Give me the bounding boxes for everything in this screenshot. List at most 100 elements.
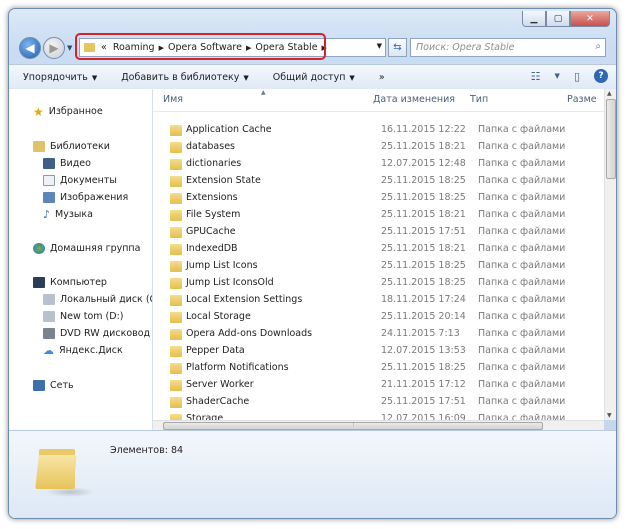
sidebar-item-label: Сеть bbox=[50, 380, 74, 391]
column-size[interactable]: Разме bbox=[567, 94, 597, 105]
table-row[interactable]: Local Extension Settings 18.11.2015 17:24… bbox=[153, 292, 604, 309]
file-type: Папка с файлами bbox=[478, 345, 566, 356]
sidebar-item-music[interactable]: ♪ Музыка bbox=[43, 206, 93, 223]
table-row[interactable]: Pepper Data 12.07.2015 13:53 Папка с файла… bbox=[153, 343, 604, 360]
sidebar-item-drive-c[interactable]: Локальный диск (C bbox=[43, 291, 152, 308]
recent-pages-dropdown[interactable]: ▼ bbox=[67, 44, 72, 52]
sidebar-item-computer[interactable]: Компьютер bbox=[33, 274, 107, 291]
table-row[interactable]: Platform Notifications 25.11.2015 18:25 Па… bbox=[153, 360, 604, 377]
folder-icon bbox=[170, 397, 182, 408]
chevron-down-icon: ▼ bbox=[91, 73, 98, 82]
folder-icon bbox=[170, 159, 182, 170]
refresh-button[interactable]: ⇆ bbox=[388, 38, 407, 57]
file-date: 25.11.2015 18:25 bbox=[381, 175, 466, 186]
file-name: databases bbox=[186, 141, 235, 152]
table-row[interactable]: Local Storage 25.11.2015 20:14 Папка с фай… bbox=[153, 309, 604, 326]
folder-icon bbox=[170, 244, 182, 255]
search-icon[interactable]: ⌕ bbox=[595, 41, 601, 52]
share-button[interactable]: Общий доступ ▼ bbox=[259, 72, 365, 83]
file-name: Opera Add-ons Downloads bbox=[186, 328, 313, 339]
column-type[interactable]: Тип bbox=[470, 94, 488, 105]
folder-icon bbox=[170, 380, 182, 391]
vertical-scrollbar[interactable]: ▲ ▼ bbox=[604, 89, 616, 420]
sidebar-item-drive-d[interactable]: New tom (D:) bbox=[43, 308, 123, 325]
address-highlight-frame bbox=[75, 33, 326, 60]
scroll-thumb[interactable] bbox=[606, 99, 616, 179]
more-commands-button[interactable]: » bbox=[365, 72, 395, 83]
command-bar: Упорядочить ▼ Добавить в библиотеку ▼ Общи… bbox=[9, 64, 616, 90]
table-row[interactable]: Extensions 25.11.2015 18:25 Папка с файлам… bbox=[153, 190, 604, 207]
help-icon[interactable]: ? bbox=[594, 69, 608, 83]
views-icon[interactable]: ☷ bbox=[531, 70, 541, 83]
sidebar-item-label: Библиотеки bbox=[50, 141, 110, 152]
file-name: Jump List Icons bbox=[186, 260, 258, 271]
share-label: Общий доступ bbox=[272, 71, 346, 83]
file-name: Platform Notifications bbox=[186, 362, 289, 373]
folder-icon bbox=[170, 125, 182, 136]
search-input[interactable]: Поиск: Opera Stable ⌕ bbox=[410, 38, 606, 57]
sidebar-item-video[interactable]: Видео bbox=[43, 155, 91, 172]
file-type: Папка с файлами bbox=[478, 294, 566, 305]
address-dropdown-icon[interactable]: ▼ bbox=[377, 42, 382, 50]
sidebar-item-libraries[interactable]: Библиотеки bbox=[33, 138, 110, 155]
column-name[interactable]: Имя bbox=[163, 94, 183, 105]
preview-pane-icon[interactable]: ▯ bbox=[574, 70, 580, 83]
documents-icon bbox=[43, 175, 55, 186]
file-name: Local Extension Settings bbox=[186, 294, 303, 305]
table-row[interactable]: Application Cache 16.11.2015 12:22 Папка с… bbox=[153, 122, 604, 139]
file-date: 18.11.2015 17:24 bbox=[381, 294, 466, 305]
file-name: Extension State bbox=[186, 175, 261, 186]
sidebar-item-dvd[interactable]: DVD RW дисковод ( bbox=[43, 325, 152, 342]
sidebar-item-yandex-disk[interactable]: ☁ Яндекс.Диск bbox=[43, 342, 123, 359]
minimize-button[interactable]: ▁ bbox=[522, 11, 546, 27]
table-row[interactable]: dictionaries 12.07.2015 12:48 Папка с файл… bbox=[153, 156, 604, 173]
column-date[interactable]: Дата изменения bbox=[373, 94, 455, 105]
refresh-icon: ⇆ bbox=[393, 42, 402, 53]
folder-icon bbox=[170, 329, 182, 340]
back-button[interactable]: ◀ bbox=[19, 37, 41, 59]
folder-icon bbox=[170, 210, 182, 221]
file-name: dictionaries bbox=[186, 158, 242, 169]
organize-button[interactable]: Упорядочить ▼ bbox=[9, 72, 107, 83]
sort-arrow-icon: ▲ bbox=[261, 89, 266, 96]
folder-icon bbox=[170, 176, 182, 187]
sidebar-item-label: Домашняя группа bbox=[50, 243, 141, 254]
file-type: Папка с файлами bbox=[478, 209, 566, 220]
sidebar-item-homegroup[interactable]: Домашняя группа bbox=[33, 240, 140, 257]
sidebar-item-documents[interactable]: Документы bbox=[43, 172, 117, 189]
table-row[interactable]: Opera Add-ons Downloads 24.11.2015 7:13 Па… bbox=[153, 326, 604, 343]
scroll-up-icon[interactable]: ▲ bbox=[607, 90, 612, 97]
file-type: Папка с файлами bbox=[478, 260, 566, 271]
library-icon bbox=[33, 141, 45, 152]
table-row[interactable]: Server Worker 21.11.2015 17:12 Папка с фай… bbox=[153, 377, 604, 394]
table-row[interactable]: GPUCache 25.11.2015 17:51 Папка с файлами bbox=[153, 224, 604, 241]
table-row[interactable]: File System 25.11.2015 18:21 Папка с файла… bbox=[153, 207, 604, 224]
table-row[interactable]: databases 25.11.2015 18:21 Папка с файлами bbox=[153, 139, 604, 156]
add-to-library-label: Добавить в библиотеку bbox=[121, 71, 240, 83]
table-row[interactable]: Extension State 25.11.2015 18:25 Папка с ф… bbox=[153, 173, 604, 190]
table-row[interactable]: Jump List Icons 25.11.2015 18:25 Папка с ф… bbox=[153, 258, 604, 275]
table-row[interactable]: ShaderCache 25.11.2015 17:51 Папка с файла… bbox=[153, 394, 604, 411]
maximize-button[interactable]: ▢ bbox=[546, 11, 570, 27]
close-button[interactable]: ✕ bbox=[570, 11, 610, 27]
sidebar-item-pictures[interactable]: Изображения bbox=[43, 189, 128, 206]
chevron-down-icon: ▼ bbox=[243, 73, 249, 82]
item-count: Элементов: 84 bbox=[110, 445, 184, 456]
sidebar-item-favorites[interactable]: ★ Избранное bbox=[33, 103, 103, 120]
views-dropdown-icon[interactable]: ▼ bbox=[555, 72, 560, 80]
sidebar-item-label: Документы bbox=[60, 175, 117, 186]
add-to-library-button[interactable]: Добавить в библиотеку ▼ bbox=[107, 72, 259, 83]
sidebar-item-label: Избранное bbox=[48, 106, 103, 117]
scroll-down-icon[interactable]: ▼ bbox=[607, 412, 612, 419]
folder-icon bbox=[170, 261, 182, 272]
table-row[interactable]: Jump List IconsOld 25.11.2015 18:25 Папка … bbox=[153, 275, 604, 292]
table-row[interactable]: IndexedDB 25.11.2015 18:21 Папка с файлами bbox=[153, 241, 604, 258]
sidebar-item-network[interactable]: Сеть bbox=[33, 377, 74, 394]
file-date: 16.11.2015 12:22 bbox=[381, 124, 466, 135]
forward-button[interactable]: ▶ bbox=[43, 37, 65, 59]
file-date: 25.11.2015 18:21 bbox=[381, 209, 466, 220]
file-date: 25.11.2015 18:25 bbox=[381, 260, 466, 271]
file-date: 25.11.2015 17:51 bbox=[381, 396, 466, 407]
computer-icon bbox=[33, 277, 45, 288]
folder-icon bbox=[170, 278, 182, 289]
